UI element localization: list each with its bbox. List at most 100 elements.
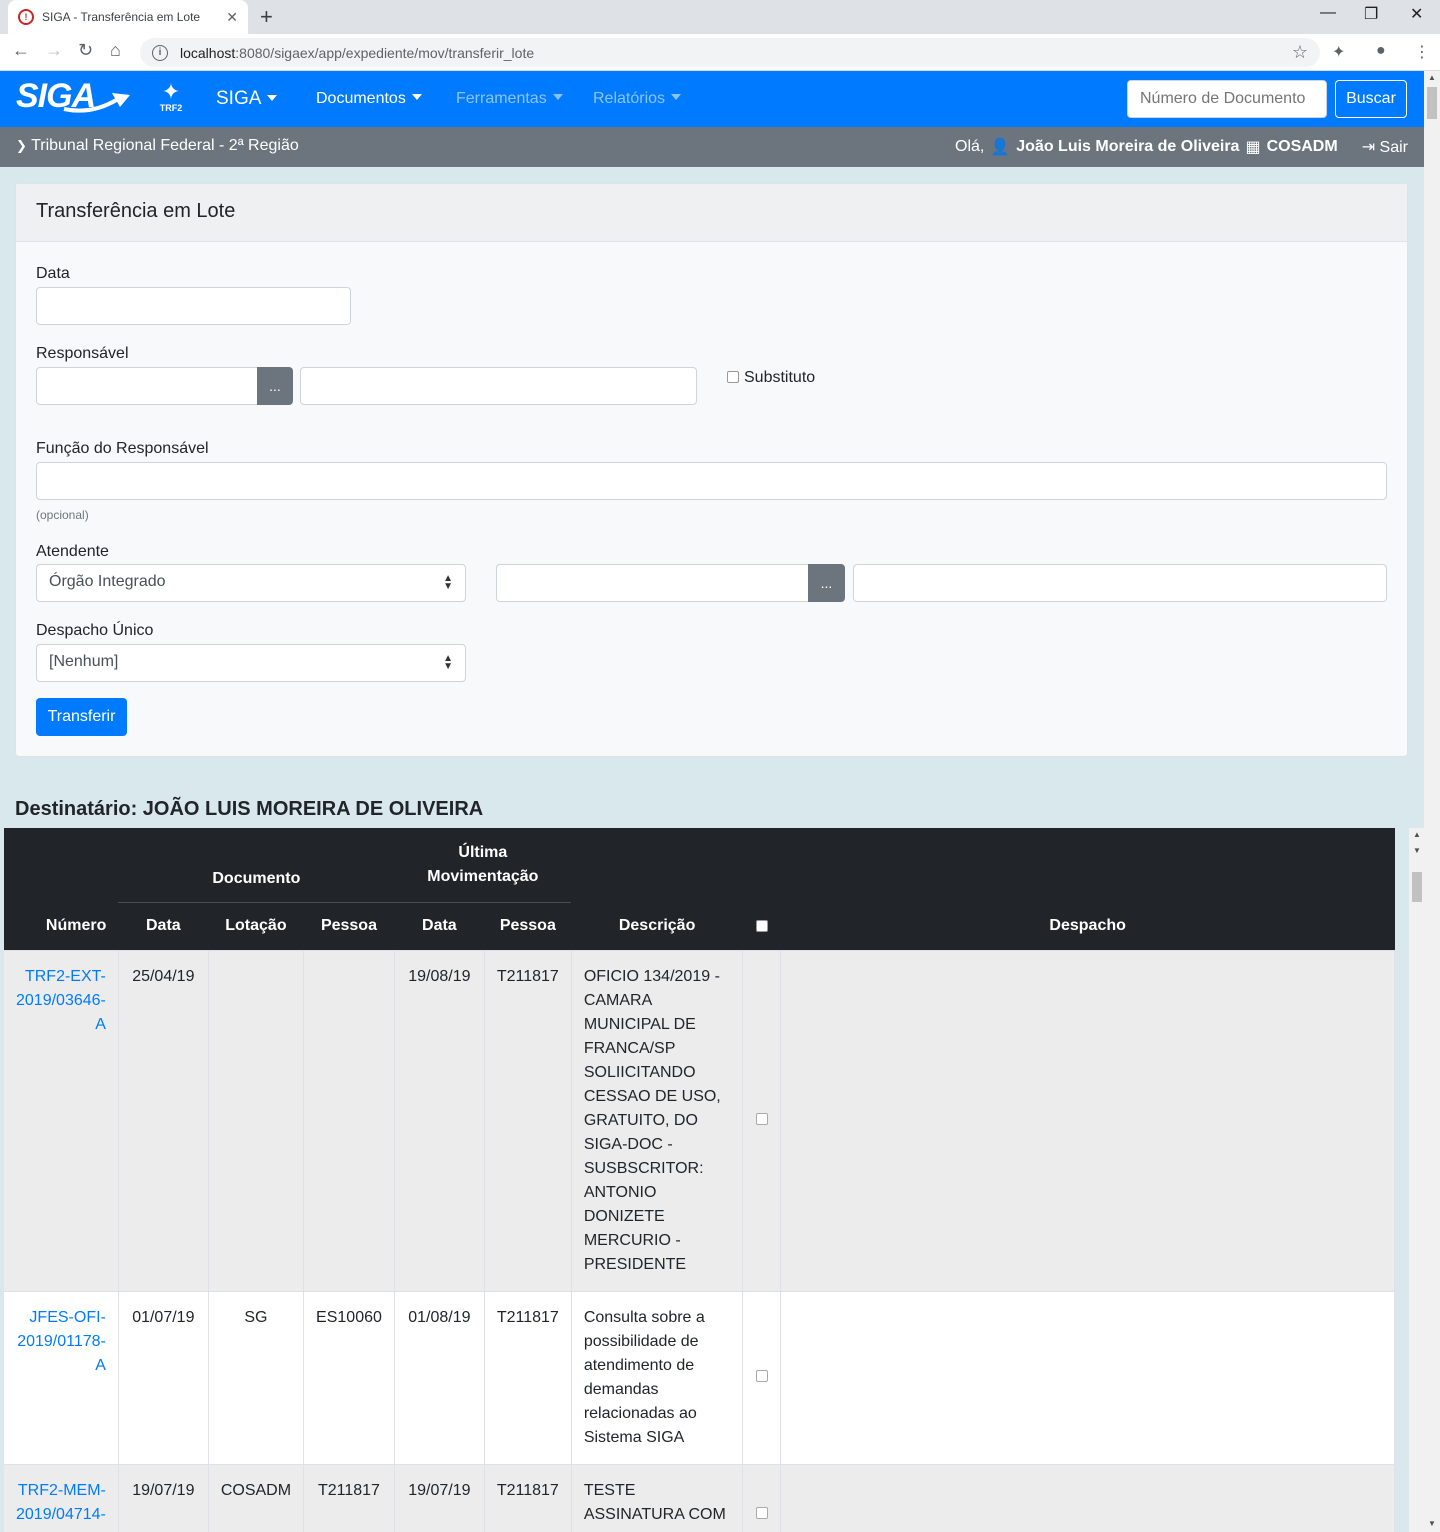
logout-link[interactable]: ⇥ Sair — [1362, 137, 1408, 157]
document-link[interactable]: TRF2-MEM-2019/04714-A — [16, 1482, 106, 1532]
documents-table-wrapper: Documento Última Movimentação Número Dat… — [4, 828, 1395, 1532]
extension-icon[interactable]: ✦ — [1332, 42, 1345, 62]
lotacao-cell — [208, 949, 305, 1291]
substituto-checkbox[interactable] — [727, 371, 739, 383]
home-icon[interactable]: ⌂ — [110, 40, 121, 61]
mov-pessoa-cell: T211817 — [484, 1290, 572, 1464]
substituto-label: Substituto — [744, 369, 816, 386]
user-name[interactable]: João Luis Moreira de Oliveira — [1016, 138, 1239, 156]
search-button[interactable]: Buscar — [1335, 80, 1407, 118]
col-mov-pessoa[interactable]: Pessoa — [484, 901, 572, 950]
col-lotacao[interactable]: Lotação — [208, 901, 304, 950]
menu-documentos[interactable]: Documentos — [316, 90, 422, 108]
minimize-icon[interactable]: — — [1320, 4, 1336, 22]
despacho-select[interactable]: [Nenhum] ▲ ▼ — [36, 644, 466, 682]
col-despacho[interactable]: Despacho — [780, 902, 1395, 950]
table-scrollbar[interactable]: ▲ ▼ — [1409, 828, 1424, 1532]
document-link[interactable]: TRF2-EXT-2019/03646-A — [16, 968, 106, 1033]
browser-tab[interactable]: ! SIGA - Transferência em Lote ✕ — [8, 0, 248, 34]
row-checkbox[interactable] — [755, 1369, 768, 1382]
responsavel-code-input[interactable] — [36, 367, 258, 405]
col-descricao[interactable]: Descrição — [571, 902, 743, 950]
atendente-search-button[interactable]: ... — [808, 564, 845, 602]
despacho-cell[interactable] — [780, 1463, 1395, 1532]
transferir-button[interactable]: Transferir — [36, 698, 127, 736]
lotacao-cell: SG — [208, 1290, 305, 1464]
scroll-up-icon[interactable]: ▲ — [1428, 73, 1436, 82]
tab-title: SIGA - Transferência em Lote — [42, 10, 201, 24]
pessoa-cell — [303, 949, 395, 1291]
bookmark-star-icon[interactable]: ☆ — [1292, 42, 1308, 63]
reload-icon[interactable]: ↻ — [78, 40, 93, 61]
scroll-up-icon[interactable]: ▲ — [1413, 830, 1421, 839]
profile-icon[interactable]: ● — [1376, 42, 1386, 60]
atendente-code-input[interactable] — [496, 564, 809, 602]
select-arrows-icon: ▲ ▼ — [443, 573, 453, 592]
data-input[interactable] — [36, 287, 351, 325]
pessoa-cell: ES10060 — [303, 1290, 395, 1464]
site-favicon-icon: ! — [18, 9, 34, 25]
doc-data-cell: 01/07/19 — [118, 1290, 209, 1464]
site-info-icon[interactable]: i — [152, 44, 168, 61]
col-pessoa[interactable]: Pessoa — [303, 901, 395, 950]
menu-ferramentas[interactable]: Ferramentas — [456, 90, 563, 108]
responsavel-search-button[interactable]: ... — [257, 367, 293, 405]
document-link[interactable]: JFES-OFI-2019/01178-A — [17, 1309, 106, 1374]
col-numero[interactable]: Número — [4, 902, 119, 950]
close-tab-icon[interactable]: ✕ — [226, 9, 238, 26]
despacho-label: Despacho Único — [36, 622, 154, 639]
app-navbar: SIGA ✦ TRF2 SIGA Documentos Ferramentas … — [0, 71, 1424, 127]
scroll-down-icon[interactable]: ▼ — [1428, 1519, 1436, 1528]
trf2-logo[interactable]: ✦ TRF2 — [156, 81, 186, 114]
row-checkbox[interactable] — [755, 1506, 768, 1519]
col-mov-data[interactable]: Data — [394, 901, 485, 950]
despacho-cell[interactable] — [780, 949, 1395, 1291]
close-window-icon[interactable]: ✕ — [1410, 4, 1423, 24]
context-bar: ❯ Tribunal Regional Federal - 2ª Região … — [0, 127, 1424, 167]
page-scroll-thumb[interactable] — [1427, 87, 1437, 119]
document-number-input[interactable] — [1127, 80, 1327, 118]
atendente-select[interactable]: Órgão Integrado ▲ ▼ — [36, 564, 466, 602]
brand-menu[interactable]: SIGA — [216, 88, 278, 110]
row-checkbox[interactable] — [755, 1112, 768, 1125]
responsavel-label: Responsável — [36, 345, 129, 362]
col-doc-data[interactable]: Data — [118, 901, 209, 950]
transfer-form-card: Transferência em Lote Data Responsável .… — [15, 183, 1408, 757]
restore-icon[interactable]: ❐ — [1364, 4, 1378, 24]
table-row: TRF2-EXT-2019/03646-A 25/04/19 19/08/19 … — [4, 949, 1395, 1291]
atendente-name-input[interactable] — [853, 564, 1387, 602]
new-tab-icon[interactable]: + — [260, 4, 273, 30]
url-host: localhost — [180, 44, 236, 61]
mov-data-cell: 01/08/19 — [394, 1290, 485, 1464]
forward-icon[interactable]: → — [45, 40, 63, 61]
address-bar: ← → ↻ ⌂ i localhost:8080/sigaex/app/expe… — [0, 34, 1440, 71]
mov-data-cell: 19/08/19 — [394, 949, 485, 1291]
url-field[interactable]: i localhost:8080/sigaex/app/expediente/m… — [140, 38, 1320, 67]
org-breadcrumb[interactable]: ❯ Tribunal Regional Federal - 2ª Região — [16, 137, 299, 155]
mov-pessoa-cell: T211817 — [484, 949, 572, 1291]
doc-data-cell: 19/07/19 — [118, 1463, 209, 1532]
page-scrollbar[interactable]: ▲ ▼ — [1424, 71, 1440, 1532]
user-unit[interactable]: COSADM — [1267, 138, 1338, 156]
despacho-cell[interactable] — [780, 1290, 1395, 1464]
funcao-input[interactable] — [36, 462, 1387, 500]
sign-out-icon: ⇥ — [1361, 139, 1376, 156]
funcao-label: Função do Responsável — [36, 440, 209, 457]
group-header-documento: Documento — [118, 828, 395, 902]
responsavel-name-input[interactable] — [300, 367, 697, 405]
menu-relatorios[interactable]: Relatórios — [593, 90, 682, 108]
org-name: Tribunal Regional Federal - 2ª Região — [31, 137, 299, 154]
greeting-text: Olá, — [955, 138, 985, 155]
descricao-cell: OFICIO 134/2019 - CAMARA MUNICIPAL DE FR… — [571, 949, 744, 1291]
back-icon[interactable]: ← — [12, 40, 30, 61]
destinatario-heading: Destinatário: JOÃO LUIS MOREIRA DE OLIVE… — [15, 798, 484, 820]
descricao-cell: TESTE ASSINATURA COM EM LOTE. — [571, 1463, 744, 1532]
url-path: :8080/sigaex/app/expediente/mov/transfer… — [235, 44, 535, 61]
table-row: TRF2-MEM-2019/04714-A 19/07/19 COSADM T2… — [4, 1463, 1395, 1532]
menu-kebab-icon[interactable]: ⋮ — [1414, 42, 1430, 62]
select-all-cell — [742, 902, 781, 950]
select-all-checkbox[interactable] — [755, 919, 768, 932]
scroll-down-icon[interactable]: ▼ — [1413, 846, 1421, 855]
building-icon: ▦ — [1245, 139, 1261, 156]
table-scroll-thumb[interactable] — [1412, 872, 1422, 902]
